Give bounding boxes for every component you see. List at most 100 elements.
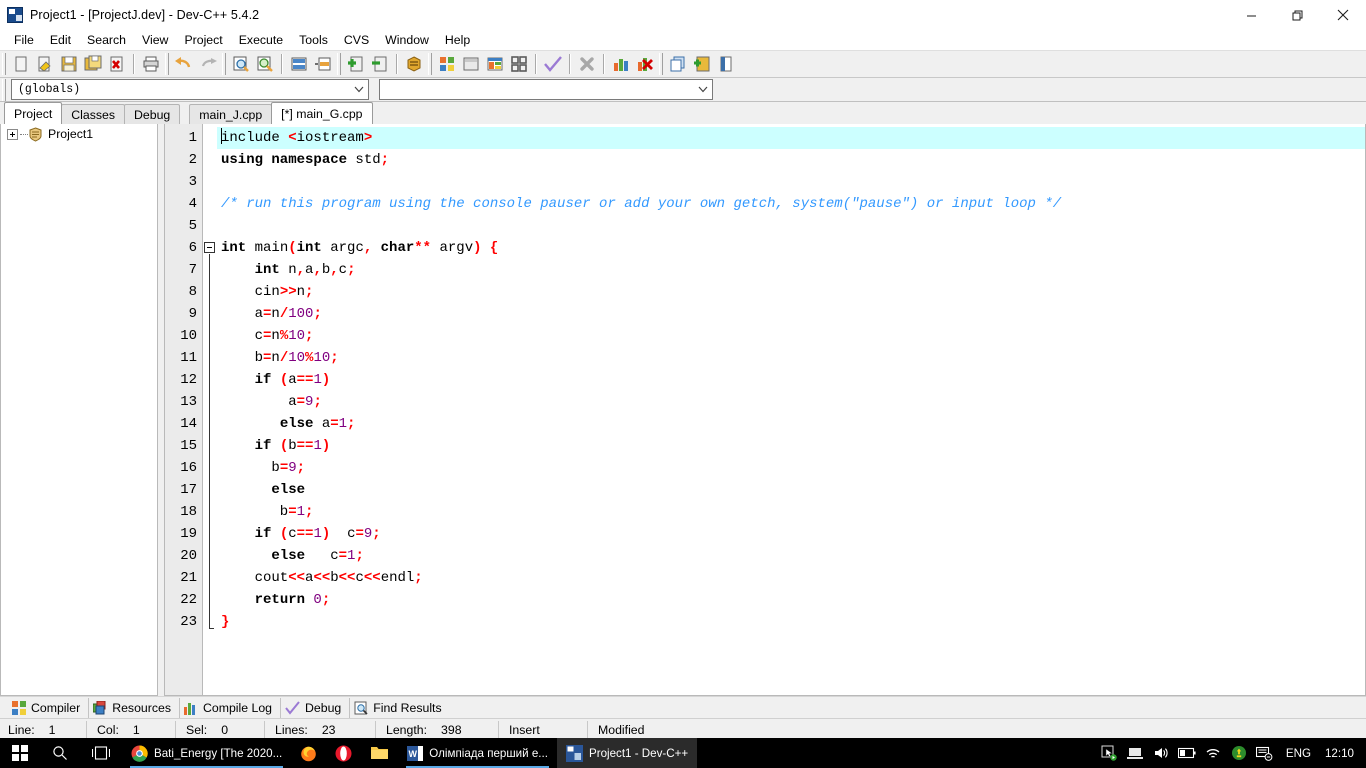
menu-search[interactable]: Search (79, 30, 134, 50)
add-bookmark-icon[interactable] (344, 52, 368, 76)
profile-icon[interactable] (609, 52, 633, 76)
insert-icon[interactable] (402, 52, 426, 76)
menu-project[interactable]: Project (176, 30, 230, 50)
code-line[interactable] (217, 215, 1365, 237)
code-line[interactable]: b=1; (217, 501, 1365, 523)
window-list-icon[interactable] (666, 52, 690, 76)
tab-classes[interactable]: Classes (61, 104, 126, 124)
menu-file[interactable]: File (6, 30, 42, 50)
tree-item-project1[interactable]: Project1 (1, 124, 157, 144)
menu-edit[interactable]: Edit (42, 30, 79, 50)
code-line[interactable]: a=9; (217, 391, 1365, 413)
undo-icon[interactable] (172, 52, 196, 76)
action-center-icon[interactable] (1252, 738, 1278, 768)
toolbar-grip[interactable] (2, 53, 6, 75)
code-line[interactable]: a=n/100; (217, 303, 1365, 325)
editor-tab-main-j[interactable]: main_J.cpp (189, 104, 273, 124)
run-check-icon[interactable] (541, 52, 565, 76)
open-file-icon[interactable] (33, 52, 57, 76)
code-line[interactable] (217, 171, 1365, 193)
taskbar-item-firefox[interactable] (291, 738, 326, 768)
code-line[interactable]: int main(int argc, char** argv) { (217, 237, 1365, 259)
combo-grip[interactable] (2, 78, 6, 101)
code-line[interactable]: else (217, 479, 1365, 501)
language-indicator[interactable]: ENG (1278, 747, 1319, 760)
code-line[interactable]: cout<<a<<b<<c<<endl; (217, 567, 1365, 589)
toolbar-grip-2[interactable] (165, 53, 169, 75)
compile-run-icon[interactable] (507, 52, 531, 76)
restore-icon[interactable] (1274, 0, 1320, 30)
menu-help[interactable]: Help (437, 30, 478, 50)
volume-icon[interactable] (1148, 738, 1174, 768)
expand-plus-icon[interactable] (7, 128, 18, 140)
toolbar-grip-5[interactable] (428, 53, 432, 75)
close-file-icon[interactable] (105, 52, 129, 76)
redo-icon[interactable] (196, 52, 220, 76)
code-line[interactable]: else c=1; (217, 545, 1365, 567)
taskbar-item-chrome[interactable]: Bati_Energy [The 2020... (122, 738, 291, 768)
save-icon[interactable] (57, 52, 81, 76)
menu-view[interactable]: View (134, 30, 176, 50)
chevron-down-icon-2[interactable] (694, 80, 712, 99)
battery-icon[interactable] (1174, 738, 1200, 768)
code-line[interactable]: } (217, 611, 1365, 633)
taskbar-item-devcpp[interactable]: Project1 - Dev-C++ (556, 738, 698, 768)
bottom-tab-find-results[interactable]: Find Results (350, 698, 449, 718)
tab-debug[interactable]: Debug (124, 104, 181, 124)
goto-line-icon[interactable] (287, 52, 311, 76)
code-line[interactable]: int n,a,b,c; (217, 259, 1365, 281)
taskbar-item-opera[interactable] (326, 738, 361, 768)
bottom-tab-compiler[interactable]: Compiler (8, 697, 90, 718)
close-window-icon[interactable] (714, 52, 738, 76)
editor-tab-main-g[interactable]: [*] main_G.cpp (271, 102, 373, 124)
search-icon[interactable] (40, 738, 80, 768)
taskbar-item-file-explorer[interactable] (361, 738, 398, 768)
code-line[interactable]: if (c==1) c=9; (217, 523, 1365, 545)
bottom-tab-debug[interactable]: Debug (281, 697, 351, 718)
code-line[interactable]: else a=1; (217, 413, 1365, 435)
stop-icon[interactable] (575, 52, 599, 76)
new-project-icon[interactable] (435, 52, 459, 76)
tab-project[interactable]: Project (4, 102, 63, 124)
code-editor[interactable]: 1 2 3 4 5 6 7 8 9 10 11 12 13 14 15 16 17 18 19 20 21 22 23 in… (164, 124, 1366, 696)
wifi-icon[interactable] (1200, 738, 1226, 768)
fold-box-line6[interactable] (204, 242, 215, 253)
code-line[interactable]: return 0; (217, 589, 1365, 611)
member-combo[interactable] (379, 79, 713, 100)
new-file-icon[interactable] (9, 52, 33, 76)
compile-icon[interactable] (483, 52, 507, 76)
bottom-tab-compile-log[interactable]: Compile Log (180, 697, 282, 718)
replace-icon[interactable] (253, 52, 277, 76)
minimize-icon[interactable] (1228, 0, 1274, 30)
code-text[interactable]: include <iostream> using namespace std;/*… (217, 124, 1365, 695)
menu-window[interactable]: Window (377, 30, 437, 50)
toolbar-grip-3[interactable] (222, 53, 226, 75)
taskbar-item-word[interactable]: W Олімпіада перший е... (398, 738, 557, 768)
remove-bookmark-icon[interactable] (368, 52, 392, 76)
print-icon[interactable] (139, 52, 163, 76)
windows-start-icon[interactable] (0, 738, 40, 768)
display-icon[interactable] (1122, 738, 1148, 768)
code-line[interactable]: c=n%10; (217, 325, 1365, 347)
close-icon[interactable] (1320, 0, 1366, 30)
menu-execute[interactable]: Execute (231, 30, 291, 50)
scope-combo[interactable]: (globals) (11, 79, 369, 100)
taskbar-clock[interactable]: 12:10 (1319, 747, 1366, 760)
save-all-icon[interactable] (81, 52, 105, 76)
chevron-down-icon[interactable] (350, 80, 368, 99)
code-line[interactable]: cin>>n; (217, 281, 1365, 303)
code-line[interactable]: b=n/10%10; (217, 347, 1365, 369)
update-icon[interactable] (1226, 738, 1252, 768)
menu-cvs[interactable]: CVS (336, 30, 377, 50)
project-options-icon[interactable] (459, 52, 483, 76)
code-line[interactable]: b=9; (217, 457, 1365, 479)
goto-function-icon[interactable] (311, 52, 335, 76)
find-icon[interactable] (229, 52, 253, 76)
project-panel[interactable]: Project1 (0, 124, 158, 696)
debug-icon[interactable] (633, 52, 657, 76)
code-line[interactable]: if (b==1) (217, 435, 1365, 457)
code-line[interactable]: include <iostream> (217, 127, 1365, 149)
pointer-icon[interactable] (1096, 738, 1122, 768)
toolbar-grip-6[interactable] (659, 53, 663, 75)
task-view-icon[interactable] (80, 738, 122, 768)
